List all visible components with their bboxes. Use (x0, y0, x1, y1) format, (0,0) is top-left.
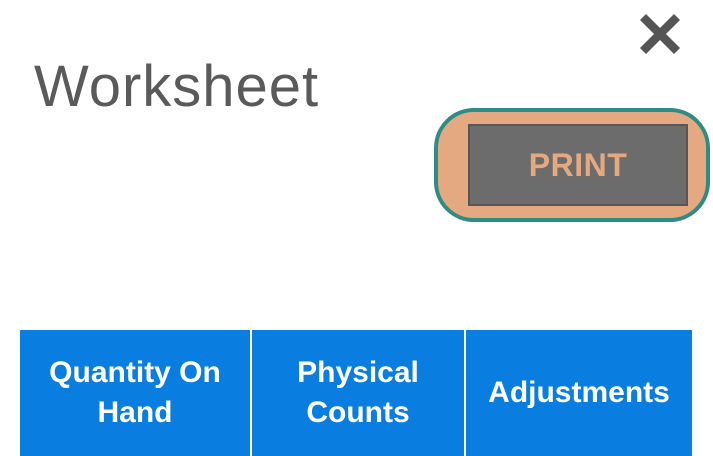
close-button[interactable] (630, 4, 690, 64)
table-header: Quantity On Hand Physical Counts Adjustm… (20, 330, 692, 456)
page-title: Worksheet (34, 54, 320, 119)
column-header-physical-counts[interactable]: Physical Counts (250, 330, 464, 456)
column-header-quantity-on-hand[interactable]: Quantity On Hand (20, 330, 250, 456)
close-icon (640, 14, 680, 54)
column-header-adjustments[interactable]: Adjustments (464, 330, 692, 456)
print-button[interactable]: PRINT (468, 124, 688, 206)
